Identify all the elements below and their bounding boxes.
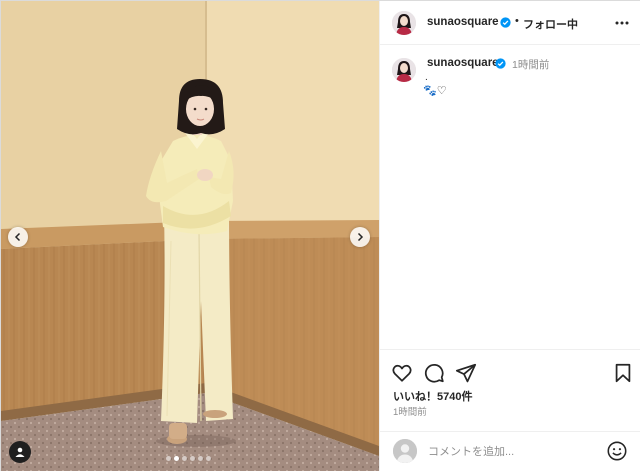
author-username[interactable]: sunaosquare — [427, 16, 499, 28]
more-options-icon[interactable] — [614, 16, 630, 30]
caption-text-line1: . — [425, 72, 428, 83]
photo-illustration — [1, 1, 379, 471]
post-details-panel: sunaosquare • フォロー中 sunaosquare 1時間前 . 🐾… — [379, 1, 640, 471]
likes-count[interactable]: いいね！5740件 — [393, 388, 472, 404]
carousel-dot — [190, 456, 195, 461]
post-photo[interactable] — [1, 1, 379, 471]
bookmark-icon[interactable] — [612, 362, 634, 384]
carousel-dot — [166, 456, 171, 461]
post-header: sunaosquare • フォロー中 — [380, 1, 640, 45]
caption-username[interactable]: sunaosquare — [427, 57, 499, 69]
smiley-icon[interactable] — [606, 440, 628, 462]
carousel-indicator — [166, 456, 211, 461]
verified-badge-icon — [500, 17, 511, 28]
add-comment-bar — [380, 431, 640, 471]
caption-text-line2: 🐾♡ — [423, 85, 447, 97]
carousel-dot — [198, 456, 203, 461]
chevron-left-icon — [14, 232, 21, 242]
verified-badge-icon — [495, 58, 506, 69]
user-tag-icon — [15, 447, 25, 457]
carousel-dot — [174, 456, 179, 461]
carousel-dot — [206, 456, 211, 461]
post-actions: いいね！5740件 1時間前 — [380, 349, 640, 431]
post-timestamp[interactable]: 1時間前 — [393, 404, 427, 418]
comment-input[interactable] — [428, 443, 598, 461]
paper-plane-icon[interactable] — [455, 362, 477, 384]
tagged-users-button[interactable] — [9, 441, 31, 463]
avatar-image — [392, 58, 416, 82]
author-avatar[interactable] — [392, 11, 416, 35]
avatar-image — [392, 11, 416, 35]
heart-icon[interactable] — [391, 362, 413, 384]
viewer-avatar — [393, 439, 417, 463]
caption-author-avatar[interactable] — [392, 58, 416, 82]
carousel-next-button[interactable] — [350, 227, 370, 247]
default-user-icon — [393, 439, 417, 463]
header-separator: • — [515, 15, 519, 27]
comment-icon[interactable] — [423, 362, 445, 384]
caption-timestamp[interactable]: 1時間前 — [512, 57, 549, 72]
carousel-dot — [182, 456, 187, 461]
chevron-right-icon — [357, 232, 364, 242]
carousel-prev-button[interactable] — [8, 227, 28, 247]
instagram-post-window: sunaosquare • フォロー中 sunaosquare 1時間前 . 🐾… — [0, 0, 640, 471]
following-button[interactable]: フォロー中 — [523, 16, 578, 32]
